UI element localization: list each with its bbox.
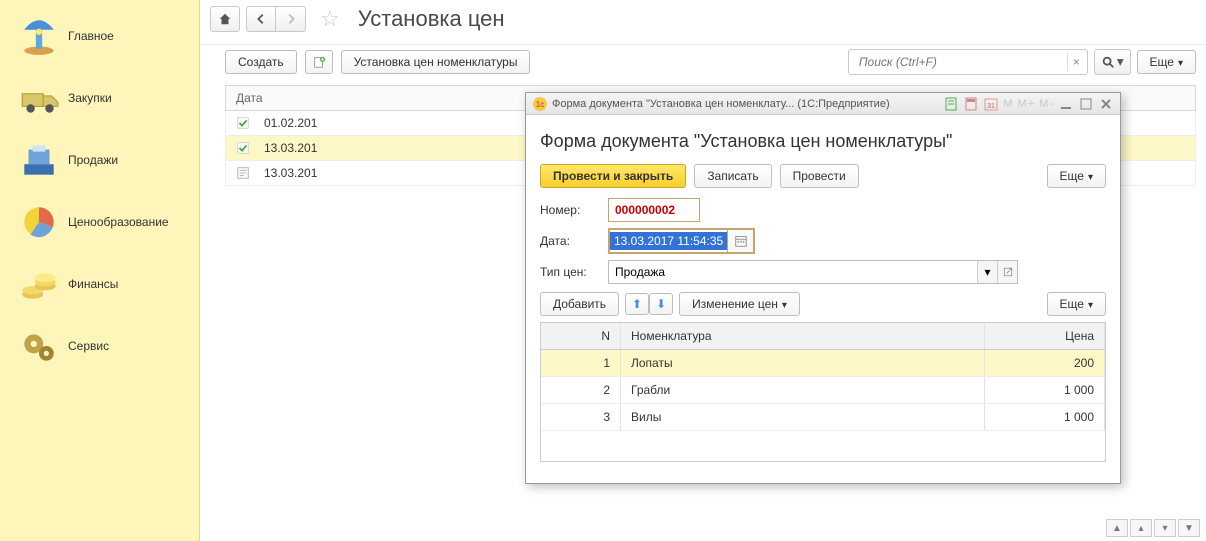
sidebar-item-pricing[interactable]: Ценообразование [0, 191, 199, 253]
sidebar-item-label: Финансы [68, 277, 118, 291]
truck-icon [18, 77, 60, 119]
grid-row[interactable]: 3 Вилы 1 000 [541, 404, 1105, 431]
sidebar-item-main[interactable]: Главное [0, 5, 199, 67]
dialog-title: Форма документа "Установка цен номенклат… [552, 98, 890, 110]
price-type-input[interactable] [609, 261, 977, 283]
type-label: Тип цен: [540, 265, 600, 279]
create-button[interactable]: Создать [225, 50, 297, 74]
calendar-picker-icon[interactable] [727, 230, 753, 252]
draft-icon [236, 166, 256, 180]
scroll-down-button[interactable]: ▾ [1154, 519, 1176, 537]
cell-name: Вилы [621, 404, 985, 430]
sidebar-item-purchases[interactable]: Закупки [0, 67, 199, 129]
app-1c-icon: 1c [532, 96, 548, 112]
dialog-more-button[interactable]: Еще [1047, 164, 1106, 188]
add-row-button[interactable]: Добавить [540, 292, 619, 316]
sidebar-item-label: Ценообразование [68, 215, 169, 229]
sidebar-item-finance[interactable]: Финансы [0, 253, 199, 315]
cell-name: Лопаты [621, 350, 985, 376]
svg-text:1c: 1c [536, 100, 544, 109]
cell-n: 3 [541, 404, 621, 430]
cell-price: 1 000 [985, 404, 1105, 430]
number-field-row: Номер: [540, 198, 1106, 222]
posted-icon [236, 141, 256, 155]
copy-button[interactable] [305, 50, 333, 74]
grid-header-name[interactable]: Номенклатура [621, 323, 985, 349]
dialog-toolbar: Провести и закрыть Записать Провести Еще [540, 164, 1106, 188]
number-input[interactable] [608, 198, 700, 222]
page-title: Установка цен [358, 6, 505, 32]
maximize-icon[interactable] [1078, 96, 1094, 112]
grid-row[interactable]: 2 Грабли 1 000 [541, 377, 1105, 404]
priceset-button[interactable]: Установка цен номенклатуры [341, 50, 531, 74]
move-up-button[interactable]: ⬆ [625, 293, 649, 315]
open-ref-icon[interactable] [997, 261, 1017, 283]
memory-buttons: M M+ M- [1003, 98, 1054, 110]
header-row: ☆ Установка цен [200, 0, 1206, 45]
date-input[interactable]: 13.03.2017 11:54:35 [610, 232, 727, 250]
sidebar-item-sales[interactable]: Продажи [0, 129, 199, 191]
cell-price: 1 000 [985, 377, 1105, 403]
sidebar-item-label: Закупки [68, 91, 112, 105]
move-down-button[interactable]: ⬇ [649, 293, 673, 315]
favorites-icon[interactable] [943, 96, 959, 112]
row-date: 13.03.201 [264, 141, 317, 155]
row-date: 13.03.201 [264, 166, 317, 180]
sidebar: Главное Закупки Продажи Ценообразование … [0, 0, 200, 541]
favorite-star-icon[interactable]: ☆ [320, 6, 340, 32]
grid-row[interactable]: 1 Лопаты 200 [541, 350, 1105, 377]
date-field-row: Дата: 13.03.2017 11:54:35 [540, 228, 1106, 254]
scroll-up-button[interactable]: ▴ [1130, 519, 1152, 537]
calendar-icon[interactable]: 31 [983, 96, 999, 112]
close-icon[interactable] [1098, 96, 1114, 112]
minimize-icon[interactable] [1058, 96, 1074, 112]
grid-toolbar: Добавить ⬆ ⬇ Изменение цен Еще [540, 292, 1106, 316]
home-button[interactable] [210, 6, 240, 32]
cell-price: 200 [985, 350, 1105, 376]
date-label: Дата: [540, 234, 600, 248]
grid-header-price[interactable]: Цена [985, 323, 1105, 349]
grid-more-button[interactable]: Еще [1047, 292, 1106, 316]
back-button[interactable] [246, 6, 276, 32]
posted-icon [236, 116, 256, 130]
row-date: 01.02.201 [264, 116, 317, 130]
cash-register-icon [18, 139, 60, 181]
post-button[interactable]: Провести [780, 164, 859, 188]
sidebar-item-label: Сервис [68, 339, 109, 353]
dialog-titlebar[interactable]: 1c Форма документа "Установка цен номенк… [526, 93, 1120, 115]
cell-n: 1 [541, 350, 621, 376]
post-and-close-button[interactable]: Провести и закрыть [540, 164, 686, 188]
sidebar-item-label: Продажи [68, 153, 118, 167]
grid-header-n[interactable]: N [541, 323, 621, 349]
search-input[interactable] [857, 54, 1067, 70]
save-button[interactable]: Записать [694, 164, 771, 188]
number-label: Номер: [540, 203, 600, 217]
scroll-bottom-button[interactable]: ▼ [1178, 519, 1200, 537]
price-type-row: Тип цен: ▾ [540, 260, 1106, 284]
cell-name: Грабли [621, 377, 985, 403]
more-button[interactable]: Еще [1137, 50, 1196, 74]
document-form-dialog: 1c Форма документа "Установка цен номенк… [525, 92, 1121, 484]
search-box[interactable]: × [848, 49, 1088, 75]
coins-icon [18, 263, 60, 305]
lamp-icon [18, 15, 60, 57]
change-prices-button[interactable]: Изменение цен [679, 292, 800, 316]
forward-button[interactable] [276, 6, 306, 32]
cell-n: 2 [541, 377, 621, 403]
calculator-icon[interactable] [963, 96, 979, 112]
items-grid: N Номенклатура Цена 1 Лопаты 200 2 Грабл… [540, 322, 1106, 462]
clear-search-icon[interactable]: × [1067, 53, 1085, 71]
sidebar-item-label: Главное [68, 29, 114, 43]
dialog-heading: Форма документа "Установка цен номенклат… [540, 131, 1106, 152]
search-button[interactable]: ▾ [1094, 49, 1131, 75]
piechart-icon [18, 201, 60, 243]
svg-text:31: 31 [987, 103, 995, 110]
main-toolbar: Создать Установка цен номенклатуры × ▾ Е… [200, 45, 1206, 85]
dropdown-icon[interactable]: ▾ [977, 261, 997, 283]
main-area: ☆ Установка цен Создать Установка цен но… [200, 0, 1206, 541]
sidebar-item-service[interactable]: Сервис [0, 315, 199, 377]
scroll-top-button[interactable]: ▲ [1106, 519, 1128, 537]
gears-icon [18, 325, 60, 367]
footer-controls: ▲ ▴ ▾ ▼ [1106, 519, 1200, 537]
